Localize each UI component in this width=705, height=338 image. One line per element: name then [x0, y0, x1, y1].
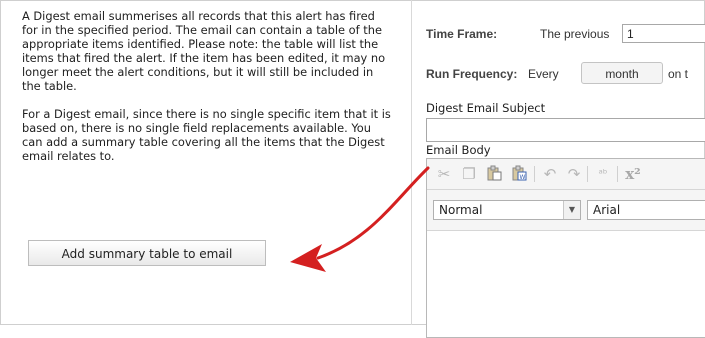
callout-arrow: [290, 166, 430, 272]
